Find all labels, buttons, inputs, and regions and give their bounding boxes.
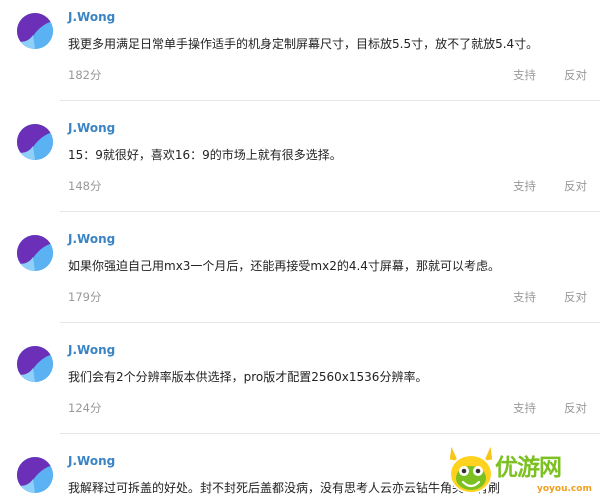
support-button[interactable]: 支持 [513,67,536,83]
support-button[interactable]: 支持 [513,400,536,416]
avatar[interactable] [17,235,53,271]
divider [60,433,600,434]
avatar-icon [17,13,53,49]
comment-item: J.Wong 如果你强迫自己用mx3一个月后，还能再接受mx2的4.4寸屏幕，那… [0,222,600,333]
divider [60,100,600,101]
comment-score: 182分 [68,68,102,82]
comment-author[interactable]: J.Wong [68,9,115,25]
avatar-icon [17,457,53,493]
mascot-logo-icon [448,441,494,494]
watermark-domain: yoyou.com [537,484,592,494]
comment-text: 15：9就很好，喜欢16：9的市场上就有很多选择。 [68,148,342,162]
comment-text: 我解释过可拆盖的好处。封不封死后盖都没病，没有思考人云亦云钻牛角尖只有刷 [68,481,501,495]
avatar[interactable] [17,457,53,493]
oppose-button[interactable]: 反对 [564,67,587,83]
avatar-icon [17,124,53,160]
comment-text: 我更多用满足日常单手操作适手的机身定制屏幕尺寸，目标放5.5寸，放不了就放5.4… [68,37,539,51]
avatar[interactable] [17,124,53,160]
avatar-icon [17,235,53,271]
comment-text: 我们会有2个分辨率版本供选择，pro版才配置2560x1536分辨率。 [68,370,428,384]
comment-author[interactable]: J.Wong [68,120,115,136]
comment-author[interactable]: J.Wong [68,231,115,247]
avatar-icon [17,346,53,382]
comment-score: 179分 [68,290,102,304]
oppose-button[interactable]: 反对 [564,289,587,305]
avatar[interactable] [17,13,53,49]
comment-author[interactable]: J.Wong [68,342,115,358]
divider [60,211,600,212]
divider [60,322,600,323]
oppose-button[interactable]: 反对 [564,178,587,194]
comment-item: J.Wong 15：9就很好，喜欢16：9的市场上就有很多选择。 148分 支持… [0,111,600,222]
support-button[interactable]: 支持 [513,178,536,194]
oppose-button[interactable]: 反对 [564,400,587,416]
support-button[interactable]: 支持 [513,289,536,305]
avatar[interactable] [17,346,53,382]
comment-item: J.Wong 我更多用满足日常单手操作适手的机身定制屏幕尺寸，目标放5.5寸，放… [0,0,600,111]
comment-author[interactable]: J.Wong [68,453,115,469]
comment-score: 124分 [68,401,102,415]
comment-score: 148分 [68,179,102,193]
watermark-text: 优游网 [495,455,562,481]
watermark: 优游网 yoyou.com [445,440,600,504]
comment-text: 如果你强迫自己用mx3一个月后，还能再接受mx2的4.4寸屏幕，那就可以考虑。 [68,259,500,273]
comment-item: J.Wong 我们会有2个分辨率版本供选择，pro版才配置2560x1536分辨… [0,333,600,444]
